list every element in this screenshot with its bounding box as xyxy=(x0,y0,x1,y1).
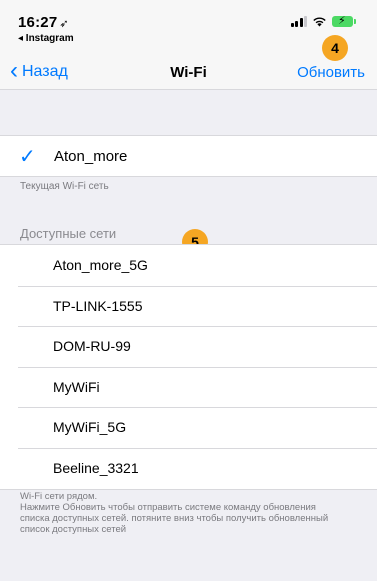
current-network-row[interactable]: ✓ Aton_more xyxy=(0,135,377,177)
network-row[interactable]: TP-LINK-1555 xyxy=(0,285,377,327)
cellular-signal-icon xyxy=(290,16,307,27)
status-icons: ⚡ xyxy=(290,15,356,27)
time-label: 16:27 xyxy=(18,14,58,31)
network-name: MyWiFi xyxy=(53,378,100,395)
navigation-bar: ‹ Назад Wi-Fi Обновить xyxy=(0,56,377,90)
current-network-name: Aton_more xyxy=(54,148,128,165)
network-name: MyWiFi_5G xyxy=(53,419,127,436)
available-networks-list: Aton_more_5G TP-LINK-1555 DOM-RU-99 MyWi… xyxy=(0,244,377,490)
footer-line: Wi-Fi сети рядом. xyxy=(20,491,98,502)
network-name: Aton_more_5G xyxy=(53,257,148,273)
footer-line: списка доступных сетей. потяните вниз чт… xyxy=(20,513,329,524)
network-row[interactable]: Aton_more_5G xyxy=(0,245,377,286)
available-networks-header: Доступные сети xyxy=(20,226,117,241)
wifi-icon xyxy=(312,16,327,27)
network-row[interactable]: Beeline_3321 xyxy=(0,447,377,489)
footer-help-text: Wi-Fi сети рядом. Нажмите Обновить чтобы… xyxy=(20,491,370,535)
network-name: Beeline_3321 xyxy=(53,459,139,476)
footer-line: Нажмите Обновить чтобы отправить системе… xyxy=(20,502,316,513)
annotation-badge-4: 4 xyxy=(322,35,348,61)
refresh-button[interactable]: Обновить xyxy=(297,64,365,81)
status-time: 16:27 ➶ xyxy=(18,14,69,31)
footer-line: список доступных сетей xyxy=(20,524,127,535)
network-row[interactable]: MyWiFi xyxy=(0,366,377,408)
battery-charging-icon: ⚡ xyxy=(332,15,356,27)
network-name: TP-LINK-1555 xyxy=(53,297,143,314)
network-name: DOM-RU-99 xyxy=(53,338,131,355)
network-row[interactable]: MyWiFi_5G xyxy=(0,407,377,448)
network-row[interactable]: DOM-RU-99 xyxy=(0,326,377,367)
back-to-app-link[interactable]: ◂ Instagram xyxy=(18,33,74,44)
location-arrow-icon: ➶ xyxy=(59,18,69,30)
status-bar: 16:27 ➶ ◂ Instagram ⚡ xyxy=(0,0,377,56)
checkmark-icon: ✓ xyxy=(19,146,36,168)
current-network-caption: Текущая Wi-Fi сеть xyxy=(20,181,109,192)
